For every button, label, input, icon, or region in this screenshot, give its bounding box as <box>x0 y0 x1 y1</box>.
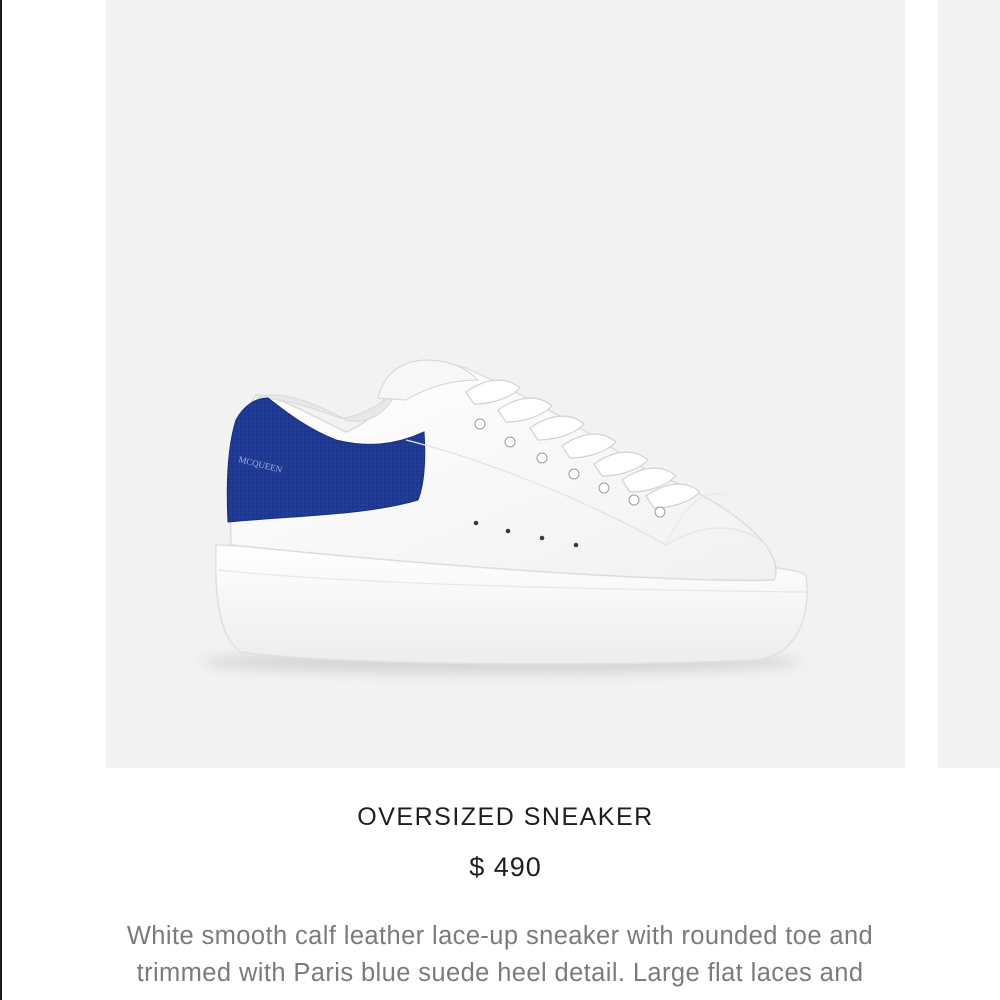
sneaker-product-image[interactable]: MCQUEEN <box>106 0 905 768</box>
product-description: White smooth calf leather lace-up sneake… <box>50 918 950 992</box>
product-price: $ 490 <box>469 852 542 882</box>
description-line: trimmed with Paris blue suede heel detai… <box>136 959 864 987</box>
next-image-preview[interactable] <box>938 0 1000 768</box>
description-line: White smooth calf leather lace-up sneake… <box>126 922 874 950</box>
product-image-panel[interactable]: MCQUEEN <box>106 0 905 768</box>
product-title: OVERSIZED SNEAKER <box>357 803 654 831</box>
left-edge-border <box>0 0 2 1000</box>
